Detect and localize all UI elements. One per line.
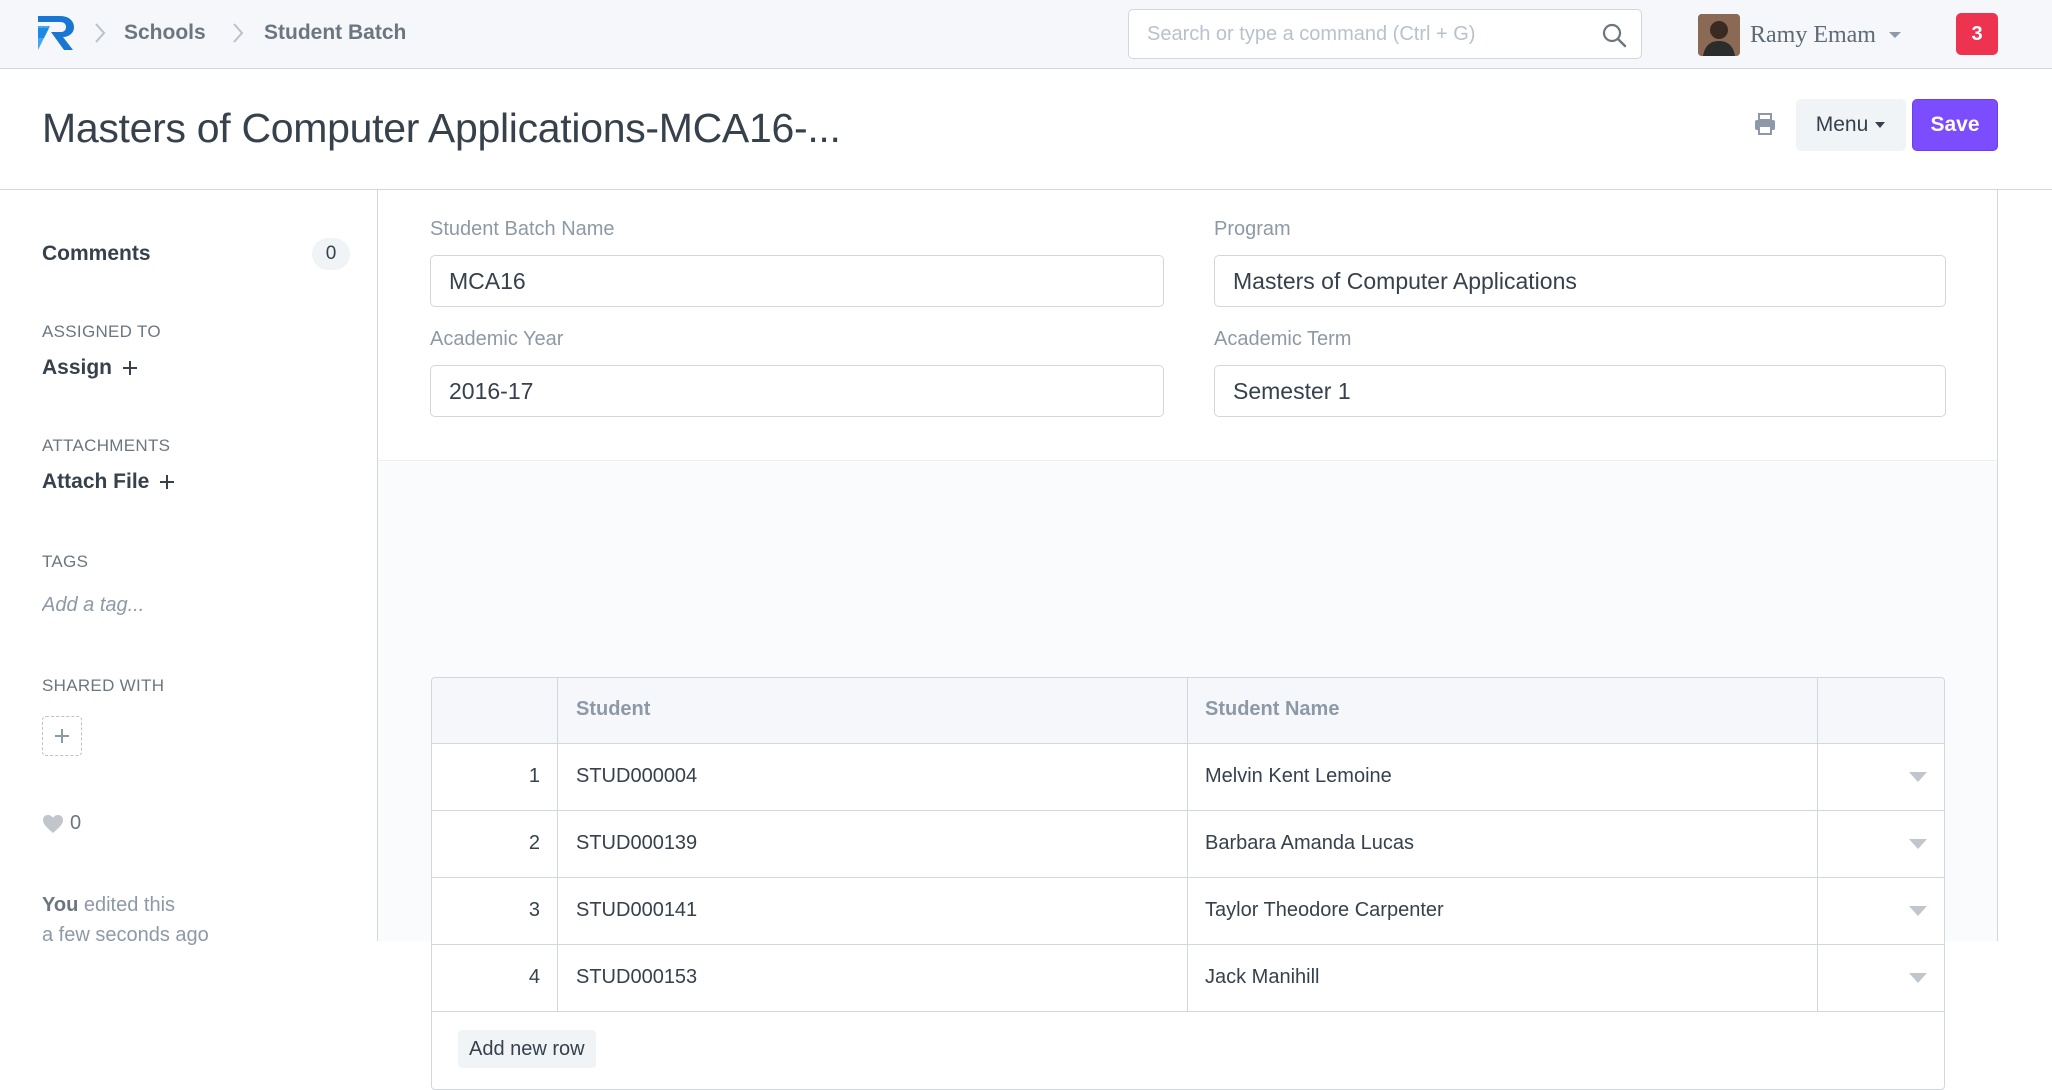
- user-menu[interactable]: Ramy Emam: [1698, 14, 1902, 56]
- column-divider: [1817, 678, 1818, 1012]
- row-index: 3: [528, 899, 540, 921]
- students-grid: Student Student Name 1 STUD000004 Melvin…: [431, 677, 1945, 1090]
- table-row[interactable]: 1 STUD000004 Melvin Kent Lemoine: [432, 744, 1944, 811]
- plus-icon: [123, 361, 138, 375]
- add-share-button[interactable]: [42, 716, 82, 756]
- student-name-cell[interactable]: Barbara Amanda Lucas: [1205, 832, 1414, 855]
- avatar: [1698, 14, 1740, 56]
- menu-button[interactable]: Menu: [1796, 99, 1906, 151]
- comments-count: 0: [312, 238, 350, 270]
- program-label: Program: [1214, 218, 1291, 240]
- edited-text: edited this: [83, 894, 176, 916]
- row-index: 2: [528, 832, 540, 854]
- menu-button-label: Menu: [1815, 113, 1869, 136]
- edited-by: You: [42, 894, 79, 916]
- assign-label: Assign: [42, 356, 113, 379]
- caret-down-icon[interactable]: [1908, 771, 1928, 783]
- app-logo[interactable]: [36, 14, 78, 52]
- heart-icon[interactable]: [42, 814, 64, 834]
- form-section-students: Student Student Name 1 STUD000004 Melvin…: [378, 462, 1997, 1090]
- shared-with-label: SHARED WITH: [42, 676, 165, 695]
- navbar: Schools Student Batch Ramy Emam 3: [0, 0, 2052, 69]
- edited-when: a few seconds ago: [42, 924, 209, 946]
- breadcrumb-student-batch[interactable]: Student Batch: [264, 20, 406, 46]
- plus-icon: [160, 475, 175, 489]
- last-edited-info: You edited this a few seconds ago: [42, 890, 209, 950]
- student-id-cell[interactable]: STUD000153: [576, 966, 697, 989]
- column-header-student[interactable]: Student: [576, 698, 650, 721]
- caret-down-icon[interactable]: [1908, 972, 1928, 984]
- student-batch-name-label: Student Batch Name: [430, 218, 615, 240]
- like-count: 0: [70, 812, 82, 834]
- user-name: Ramy Emam: [1750, 21, 1876, 48]
- form-body: Student Batch Name Program Academic Year…: [377, 190, 1998, 1090]
- student-name-cell[interactable]: Taylor Theodore Carpenter: [1205, 899, 1444, 922]
- tags-label: TAGS: [42, 552, 89, 571]
- caret-down-icon: [1875, 122, 1886, 128]
- print-icon[interactable]: [1752, 111, 1778, 137]
- chevron-right-icon: [95, 23, 106, 43]
- chevron-right-icon: [233, 23, 244, 43]
- program-field[interactable]: [1214, 255, 1946, 307]
- assign-button[interactable]: Assign: [42, 356, 138, 380]
- save-button[interactable]: Save: [1912, 99, 1998, 151]
- grid-header: Student Student Name: [432, 678, 1944, 744]
- table-row[interactable]: 3 STUD000141 Taylor Theodore Carpenter: [432, 878, 1944, 945]
- caret-down-icon[interactable]: [1908, 838, 1928, 850]
- student-id-cell[interactable]: STUD000139: [576, 832, 697, 855]
- academic-year-label: Academic Year: [430, 328, 564, 350]
- academic-term-field[interactable]: [1214, 365, 1946, 417]
- student-name-cell[interactable]: Melvin Kent Lemoine: [1205, 765, 1392, 788]
- search-box[interactable]: [1128, 9, 1642, 59]
- form-sidebar: Comments 0 ASSIGNED TO Assign ATTACHMENT…: [0, 190, 378, 1008]
- column-divider: [557, 678, 558, 1012]
- breadcrumb-schools[interactable]: Schools: [124, 20, 206, 46]
- comments-link[interactable]: Comments: [42, 242, 151, 266]
- attachments-label: ATTACHMENTS: [42, 436, 171, 455]
- attach-file-label: Attach File: [42, 470, 150, 493]
- comments-label: Comments: [42, 242, 151, 265]
- student-batch-name-field[interactable]: [430, 255, 1164, 307]
- assigned-to-label: ASSIGNED TO: [42, 322, 161, 341]
- like-section: 0: [42, 812, 81, 835]
- academic-year-field[interactable]: [430, 365, 1164, 417]
- row-index: 1: [528, 765, 540, 787]
- page-title: Masters of Computer Applications-MCA16-.…: [42, 105, 841, 151]
- search-input[interactable]: [1145, 10, 1585, 58]
- plus-icon: [55, 729, 69, 743]
- table-row[interactable]: 4 STUD000153 Jack Manihill: [432, 945, 1944, 1012]
- column-header-student-name[interactable]: Student Name: [1205, 698, 1339, 721]
- attach-file-button[interactable]: Attach File: [42, 470, 175, 494]
- add-tag-input[interactable]: [40, 590, 300, 620]
- form-section-batch-details: Student Batch Name Program Academic Year…: [378, 190, 1997, 461]
- student-id-cell[interactable]: STUD000004: [576, 765, 697, 788]
- academic-term-label: Academic Term: [1214, 328, 1352, 350]
- student-id-cell[interactable]: STUD000141: [576, 899, 697, 922]
- notification-badge[interactable]: 3: [1956, 13, 1998, 55]
- search-icon[interactable]: [1601, 22, 1627, 48]
- add-new-row-button[interactable]: Add new row: [458, 1030, 596, 1068]
- caret-down-icon[interactable]: [1908, 905, 1928, 917]
- student-name-cell[interactable]: Jack Manihill: [1205, 966, 1319, 989]
- table-row[interactable]: 2 STUD000139 Barbara Amanda Lucas: [432, 811, 1944, 878]
- row-index: 4: [528, 966, 540, 988]
- page-head: Masters of Computer Applications-MCA16-.…: [0, 69, 2052, 190]
- caret-down-icon: [1888, 32, 1901, 38]
- column-divider: [1187, 678, 1188, 1012]
